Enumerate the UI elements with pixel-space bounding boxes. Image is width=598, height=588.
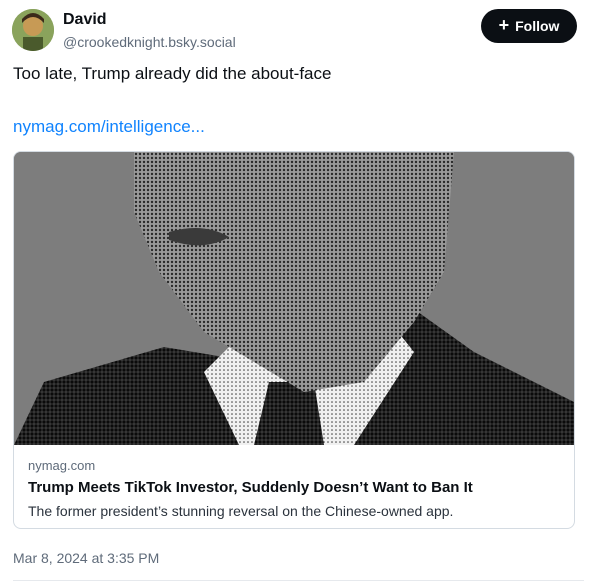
link-card-domain: nymag.com [28, 458, 96, 473]
follow-button-label: Follow [515, 18, 560, 34]
plus-icon: + [498, 15, 510, 35]
post-header: David @crookedknight.bsky.social + Follo… [12, 8, 578, 54]
post-link[interactable]: nymag.com/intelligence... [13, 116, 205, 138]
post-text: Too late, Trump already did the about-fa… [13, 64, 332, 83]
link-card-description: The former president’s stunning reversal… [28, 503, 454, 519]
link-card[interactable]: nymag.com Trump Meets TikTok Investor, S… [13, 151, 575, 529]
follow-button[interactable]: + Follow [481, 9, 577, 43]
link-card-image[interactable] [14, 152, 574, 445]
link-card-title: Trump Meets TikTok Investor, Suddenly Do… [28, 479, 473, 496]
author-display-name[interactable]: David [63, 11, 236, 29]
author-handle[interactable]: @crookedknight.bsky.social [63, 34, 236, 50]
link-card-meta: nymag.com Trump Meets TikTok Investor, S… [28, 458, 560, 520]
author-avatar[interactable] [12, 9, 54, 51]
divider [13, 580, 584, 581]
post-timestamp[interactable]: Mar 8, 2024 at 3:35 PM [13, 549, 159, 567]
author-names: David @crookedknight.bsky.social [63, 11, 236, 50]
